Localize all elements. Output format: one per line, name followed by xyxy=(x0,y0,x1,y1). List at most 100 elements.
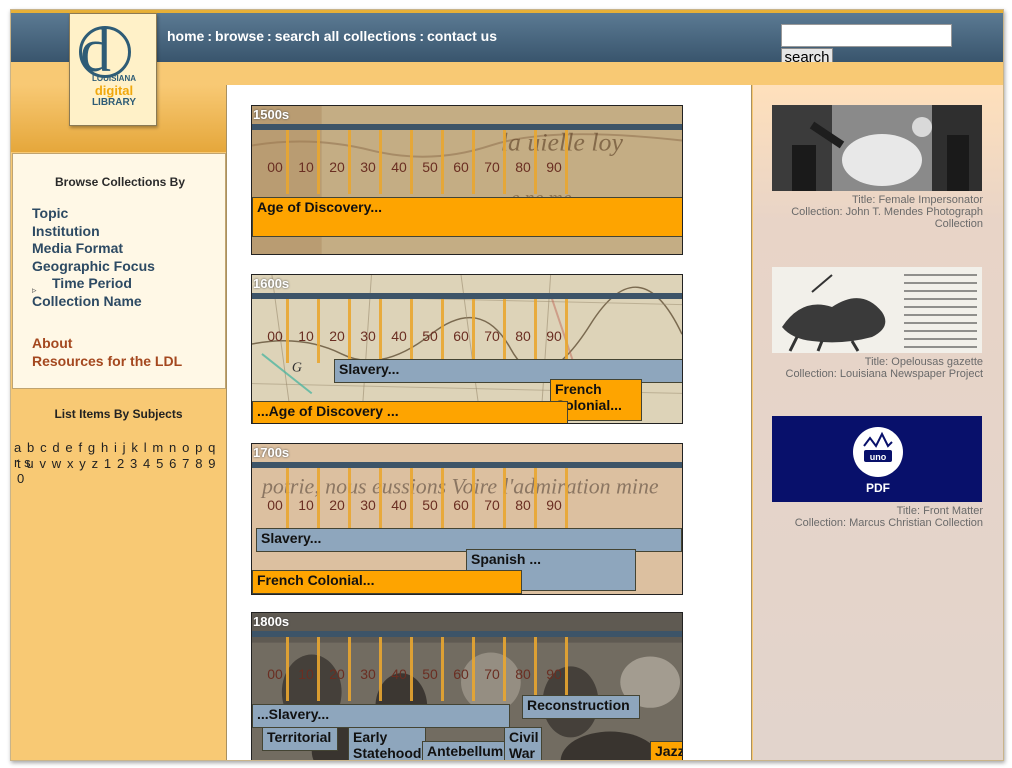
decade-label: 50 xyxy=(422,159,438,175)
century-label: 1500s xyxy=(253,107,290,122)
featured-title: Title: Female Impersonator xyxy=(851,194,983,206)
decade-label: 10 xyxy=(298,159,314,175)
decade-label: 80 xyxy=(515,159,531,175)
period-bar-civil-war[interactable]: Civil War xyxy=(504,727,542,760)
decade-label: 30 xyxy=(360,328,376,344)
logo-line1: LOUISIANA xyxy=(92,74,136,83)
nav-home-link[interactable]: home xyxy=(167,28,204,44)
browse-topic-link[interactable]: Topic xyxy=(32,205,68,221)
nav-search-all-link[interactable]: search all collections xyxy=(275,28,417,44)
century-label: 1700s xyxy=(253,445,290,460)
browse-collection-name-link[interactable]: Collection Name xyxy=(32,293,142,309)
featured-caption-2: Title: Opelousas gazette Collection: Lou… xyxy=(753,356,984,380)
decade-label: 40 xyxy=(391,328,407,344)
ldl-logo[interactable]: d LOUISIANA digital LIBRARY xyxy=(69,13,157,126)
decade-label: 20 xyxy=(329,328,345,344)
featured-thumbnail-opelousas-gazette[interactable] xyxy=(772,267,982,353)
nav-contact-link[interactable]: contact us xyxy=(427,28,497,44)
century-1600s[interactable]: G 1600s 00 10 20 30 40 50 60 70 80 90 Sl… xyxy=(251,274,683,424)
resources-link[interactable]: Resources for the LDL xyxy=(32,353,182,369)
search-input[interactable] xyxy=(781,24,952,47)
nav-separator: : xyxy=(419,28,424,44)
decade-label: 90 xyxy=(546,666,562,682)
nav-browse-link[interactable]: browse xyxy=(215,28,264,44)
browse-time-period-link[interactable]: Time Period xyxy=(52,275,132,291)
decade-label: 00 xyxy=(267,497,283,513)
period-bar-age-of-discovery[interactable]: Age of Discovery... xyxy=(252,197,682,237)
featured-caption-1: Title: Female Impersonator Collection: J… xyxy=(753,194,983,230)
period-bar-antebellum[interactable]: Antebellum xyxy=(422,741,506,760)
nav-separator: : xyxy=(207,28,213,44)
decade-label: 30 xyxy=(360,666,376,682)
decade-label: 60 xyxy=(453,497,469,513)
period-bar-jazz[interactable]: Jazz xyxy=(650,741,682,760)
uno-badge-label: uno xyxy=(870,452,887,462)
period-bar-reconstruction[interactable]: Reconstruction xyxy=(522,695,640,719)
uno-pdf-icon: PDF uno xyxy=(772,416,982,502)
featured-title: Title: Front Matter xyxy=(896,505,983,517)
main-nav: home: browse: search all collections: conta… xyxy=(167,28,497,44)
decade-label: 60 xyxy=(453,328,469,344)
century-label: 1800s xyxy=(253,614,290,629)
century-label: 1600s xyxy=(253,276,290,291)
featured-collection[interactable]: Collection: John T. Mendes Photograph Co… xyxy=(753,206,983,230)
svg-text:la uielle loy: la uielle loy xyxy=(501,128,624,157)
decade-label: 80 xyxy=(515,497,531,513)
decade-label: 70 xyxy=(484,666,500,682)
decade-label: 30 xyxy=(360,497,376,513)
decade-label: 20 xyxy=(329,159,345,175)
decade-label: 70 xyxy=(484,328,500,344)
decade-label: 90 xyxy=(546,328,562,344)
decade-label: 10 xyxy=(298,328,314,344)
top-navigation-bar: home: browse: search all collections: conta… xyxy=(11,10,1003,70)
decade-label: 60 xyxy=(453,666,469,682)
decade-label: 70 xyxy=(484,159,500,175)
decade-label: 20 xyxy=(329,497,345,513)
period-bar-age-of-discovery[interactable]: ...Age of Discovery ... xyxy=(252,401,568,423)
page-frame: home: browse: search all collections: conta… xyxy=(10,9,1004,761)
list-items-heading: List Items By Subjects xyxy=(54,407,183,421)
decade-label: 00 xyxy=(267,159,283,175)
decade-label: 60 xyxy=(453,159,469,175)
featured-thumbnail-front-matter[interactable]: PDF uno xyxy=(772,416,982,502)
decade-label: 20 xyxy=(329,666,345,682)
about-link[interactable]: About xyxy=(32,335,72,351)
decade-label: 40 xyxy=(391,159,407,175)
decade-label: 00 xyxy=(267,328,283,344)
century-1800s[interactable]: 1800s 00 10 20 30 40 50 60 70 80 90 Reco… xyxy=(251,612,683,760)
period-bar-french-colonial[interactable]: French Colonial... xyxy=(252,570,522,594)
featured-collection[interactable]: Collection: Louisiana Newspaper Project xyxy=(753,368,984,380)
decade-label: 30 xyxy=(360,159,376,175)
decade-label: 50 xyxy=(422,328,438,344)
decade-label: 40 xyxy=(391,666,407,682)
century-1700s[interactable]: potrie, nous eussions Voire l'admiration… xyxy=(251,443,683,595)
subject-letters-row-2[interactable]: t u v w x y z 1 2 3 4 5 6 7 8 9 0 xyxy=(17,456,229,486)
browse-geographic-focus-link[interactable]: Geographic Focus xyxy=(32,258,155,274)
featured-thumbnail-female-impersonator[interactable] xyxy=(772,105,982,191)
browse-heading: Browse Collections By xyxy=(54,175,186,189)
century-1500s[interactable]: la uielle loy e ne me 1500s 00 10 20 30 … xyxy=(251,105,683,255)
period-bar-early-statehood[interactable]: Early Statehood xyxy=(348,727,426,760)
featured-title: Title: Opelousas gazette xyxy=(864,356,983,368)
browse-institution-link[interactable]: Institution xyxy=(32,223,100,239)
period-bar-territorial[interactable]: Territorial xyxy=(262,727,338,751)
nav-separator: : xyxy=(267,28,272,44)
decade-label: 40 xyxy=(391,497,407,513)
decade-label: 10 xyxy=(298,666,314,682)
featured-collection[interactable]: Collection: Marcus Christian Collection xyxy=(753,517,983,529)
decade-label: 70 xyxy=(484,497,500,513)
decade-label: 80 xyxy=(515,328,531,344)
decade-label: 90 xyxy=(546,497,562,513)
decade-label: 00 xyxy=(267,666,283,682)
svg-text:G: G xyxy=(292,361,302,376)
featured-photo-1 xyxy=(772,105,982,191)
featured-caption-3: Title: Front Matter Collection: Marcus C… xyxy=(753,505,983,529)
pdf-badge-label: PDF xyxy=(866,481,890,495)
decade-label: 50 xyxy=(422,666,438,682)
browse-media-format-link[interactable]: Media Format xyxy=(32,240,123,256)
period-bar-slavery[interactable]: ...Slavery... xyxy=(252,704,510,728)
decade-label: 50 xyxy=(422,497,438,513)
featured-items-column: Title: Female Impersonator Collection: J… xyxy=(753,85,1003,760)
timeline-content: la uielle loy e ne me 1500s 00 10 20 30 … xyxy=(226,85,752,760)
decade-label: 90 xyxy=(546,159,562,175)
